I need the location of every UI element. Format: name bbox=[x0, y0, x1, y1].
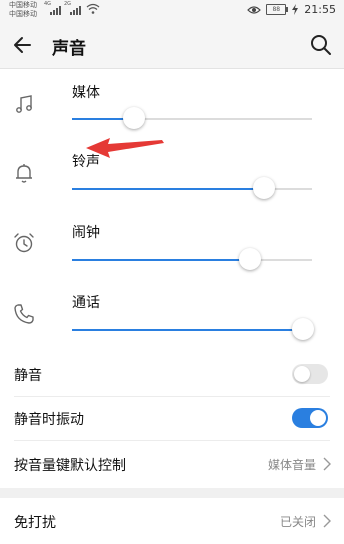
volume-section: 媒体 铃声 闹钟 通话 bbox=[0, 69, 344, 351]
charging-icon bbox=[292, 4, 299, 15]
call-volume-label: 通话 bbox=[72, 295, 100, 311]
mute-toggle-knob bbox=[294, 366, 310, 382]
ringtone-volume-fill bbox=[72, 188, 264, 190]
vibrate-toggle-knob bbox=[310, 410, 326, 426]
net-type-1: 4G bbox=[44, 1, 52, 7]
volume-key-default-value: 媒体音量 bbox=[267, 458, 316, 472]
alarm-volume-slider[interactable] bbox=[72, 248, 312, 270]
ringtone-volume-thumb[interactable] bbox=[253, 177, 275, 199]
net-type-2: 2G bbox=[64, 1, 72, 7]
vibrate-on-mute-toggle[interactable] bbox=[292, 408, 328, 428]
volume-key-default-row[interactable]: 按音量键默认控制 媒体音量 bbox=[0, 441, 344, 487]
mute-toggle[interactable] bbox=[292, 364, 328, 384]
chevron-right-icon bbox=[323, 514, 331, 528]
dnd-value: 已关闭 bbox=[279, 515, 316, 529]
status-right: 88 21:55 bbox=[247, 3, 336, 16]
back-arrow-icon[interactable] bbox=[10, 32, 36, 58]
vibrate-on-mute-row[interactable]: 静音时振动 bbox=[0, 395, 344, 441]
alarm-volume-label: 闹钟 bbox=[72, 225, 100, 241]
eye-comfort-icon bbox=[247, 5, 262, 14]
page-title: 声音 bbox=[52, 39, 86, 59]
wifi-icon bbox=[86, 3, 100, 14]
carrier-names: 中国移动 中国移动 bbox=[9, 1, 37, 19]
dnd-row[interactable]: 免打扰 已关闭 bbox=[0, 498, 344, 544]
sound-settings-section: 静音 静音时振动 按音量键默认控制 媒体音量 bbox=[0, 351, 344, 488]
signal-1-icon bbox=[50, 3, 61, 15]
alarm-volume-thumb[interactable] bbox=[238, 248, 261, 270]
volume-key-default-label: 按音量键默认控制 bbox=[14, 458, 126, 474]
vibrate-on-mute-label: 静音时振动 bbox=[14, 412, 84, 428]
carrier-1: 中国移动 bbox=[9, 1, 37, 9]
app-header: 声音 bbox=[0, 22, 344, 69]
dnd-section: 免打扰 已关闭 bbox=[0, 498, 344, 544]
battery-icon: 88 bbox=[266, 4, 289, 15]
bell-icon bbox=[16, 164, 32, 183]
alarm-volume-fill bbox=[72, 259, 250, 261]
media-volume-label: 媒体 bbox=[72, 85, 100, 101]
status-bar: 中国移动 中国移动 4G 2G 88 21:55 bbox=[0, 0, 344, 22]
alarm-clock-icon bbox=[14, 233, 34, 253]
call-volume-slider[interactable] bbox=[72, 318, 314, 340]
call-volume-fill bbox=[72, 329, 312, 331]
call-volume-thumb[interactable] bbox=[292, 318, 314, 340]
media-volume-thumb[interactable] bbox=[123, 107, 146, 129]
mute-row[interactable]: 静音 bbox=[0, 351, 344, 397]
carrier-2: 中国移动 bbox=[9, 10, 37, 18]
dnd-label: 免打扰 bbox=[14, 515, 56, 531]
mute-label: 静音 bbox=[14, 368, 42, 384]
chevron-right-icon bbox=[323, 457, 331, 471]
ringtone-volume-slider[interactable] bbox=[72, 177, 312, 199]
clock: 21:55 bbox=[304, 3, 336, 16]
annotation-arrow-icon bbox=[86, 138, 164, 158]
music-note-icon bbox=[16, 95, 32, 113]
signal-2-icon bbox=[70, 3, 81, 15]
media-volume-slider[interactable] bbox=[72, 107, 312, 129]
phone-icon bbox=[14, 304, 34, 324]
search-icon[interactable] bbox=[308, 32, 334, 58]
section-gap bbox=[0, 488, 344, 498]
